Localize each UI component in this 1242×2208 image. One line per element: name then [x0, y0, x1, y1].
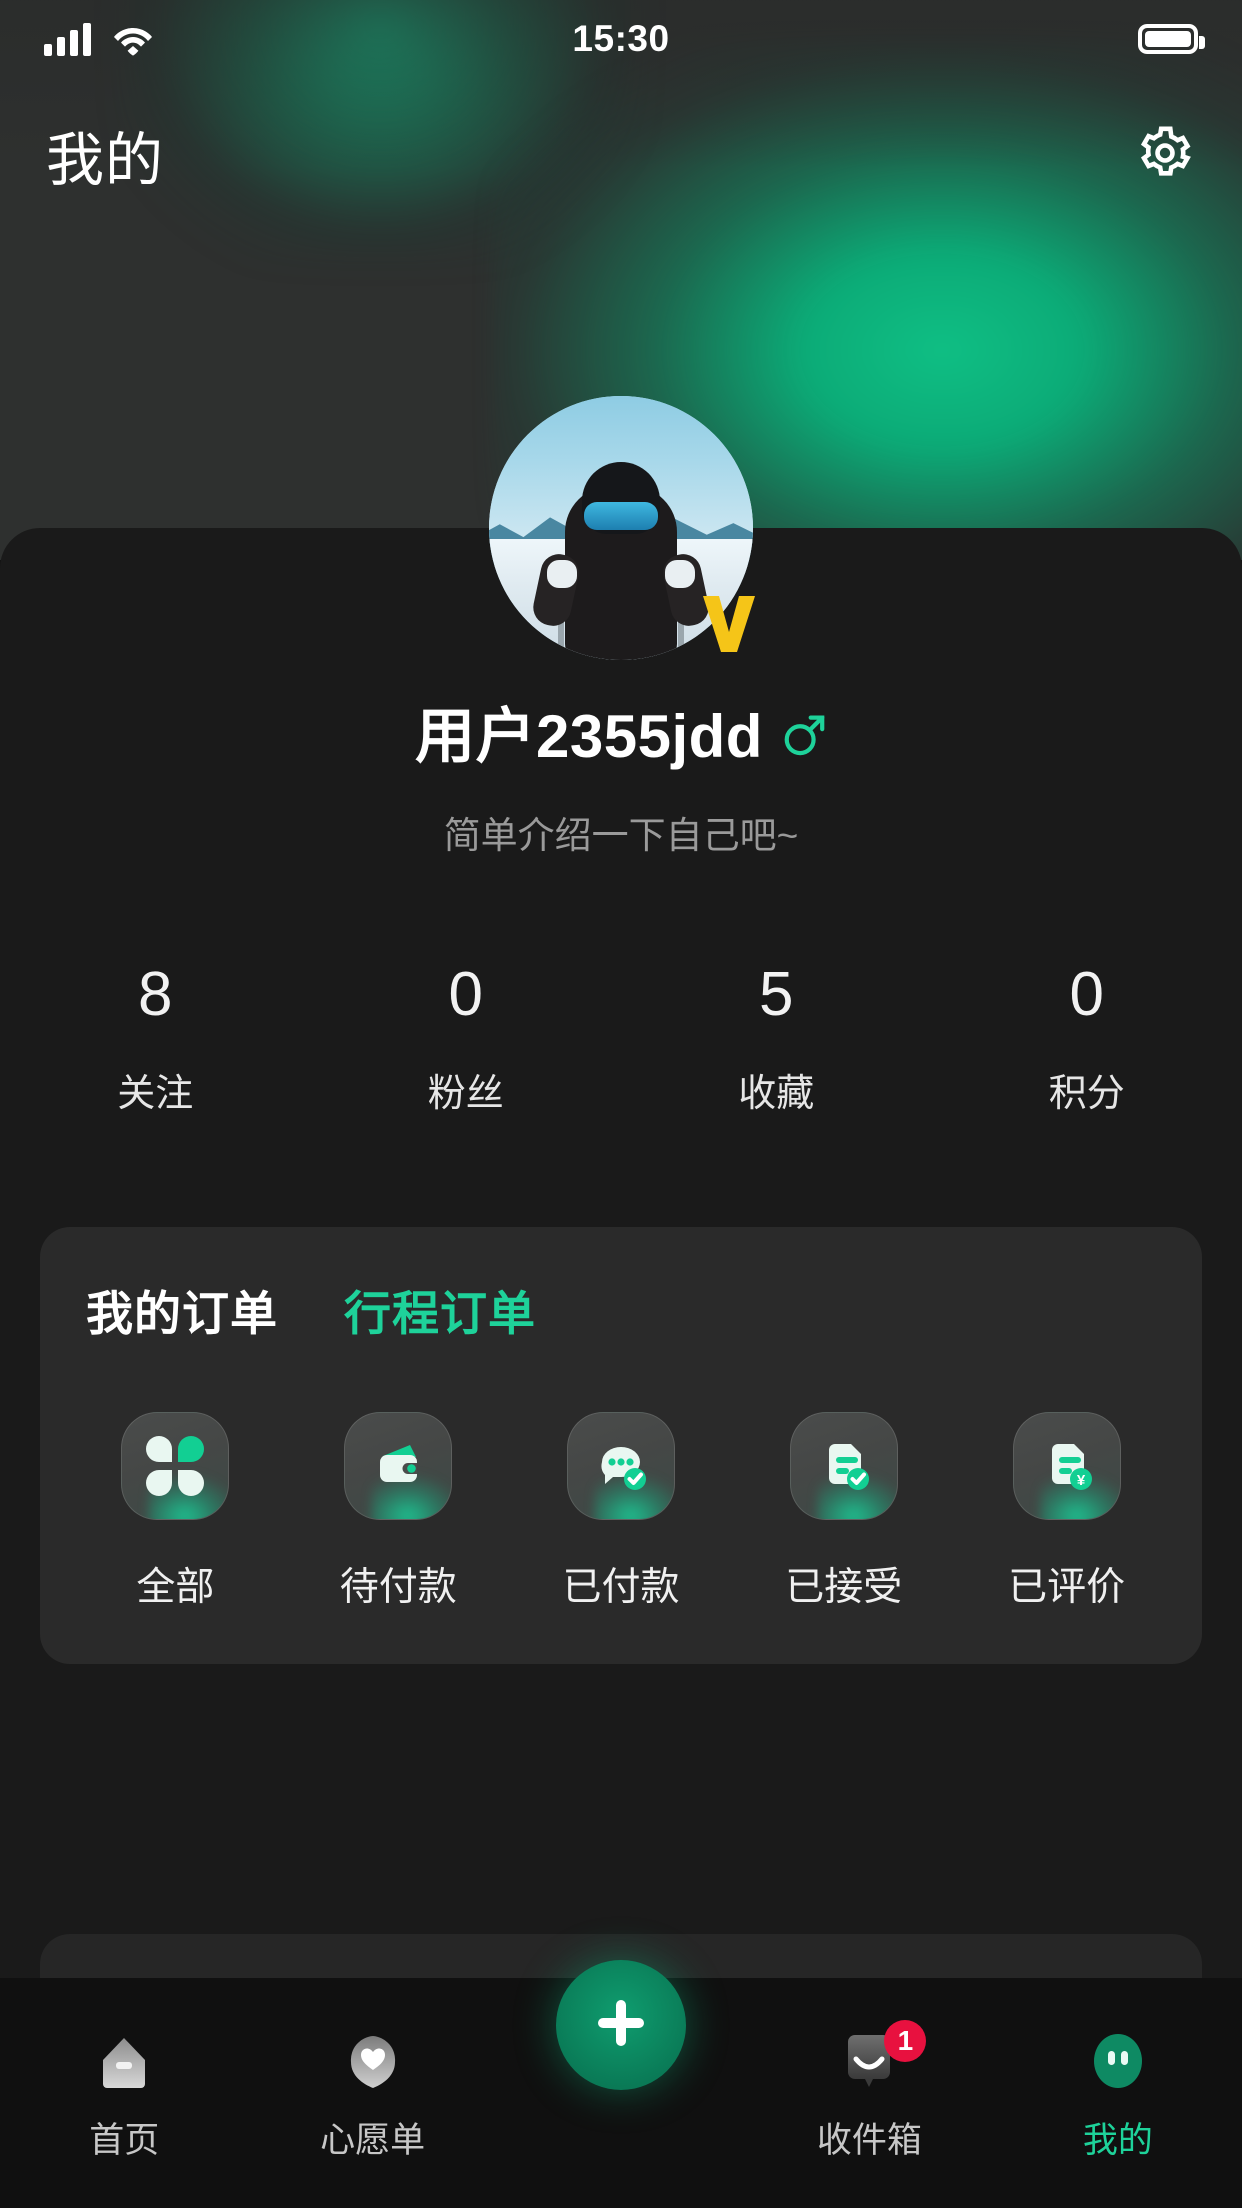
svg-text:¥: ¥ — [1076, 1472, 1085, 1489]
wallet-icon — [344, 1412, 453, 1520]
order-status-all[interactable]: 全部 — [64, 1412, 287, 1612]
tab-wishlist[interactable]: 心愿单 — [248, 2026, 496, 2163]
home-icon — [89, 2026, 159, 2096]
order-status-label: 已付款 — [562, 1566, 680, 1609]
inbox-badge: 1 — [884, 2020, 927, 2062]
order-status-label: 全部 — [136, 1566, 215, 1609]
order-status-accepted[interactable]: 已接受 — [732, 1412, 955, 1612]
chat-bubble-check-icon — [566, 1412, 675, 1520]
stat-favorites[interactable]: 5 收藏 — [621, 964, 932, 1117]
stat-value: 8 — [138, 960, 173, 1029]
plus-icon — [585, 1987, 657, 2064]
tab-my-orders[interactable]: 我的订单 — [86, 1275, 278, 1344]
tab-label: 心愿单 — [320, 2121, 426, 2160]
avatar-container[interactable] — [489, 396, 755, 660]
document-yuan-icon: ¥ — [1012, 1412, 1121, 1520]
profile-face-icon — [1083, 2026, 1153, 2096]
profile-stats: 8 关注 0 粉丝 5 收藏 0 积分 — [0, 964, 1242, 1117]
stat-following[interactable]: 8 关注 — [0, 964, 311, 1117]
order-status-label: 已评价 — [1008, 1566, 1126, 1609]
heart-icon — [338, 2026, 408, 2096]
stat-value: 0 — [1069, 960, 1104, 1029]
bio-text[interactable]: 简单介绍一下自己吧~ — [0, 805, 1242, 859]
tab-trip-orders[interactable]: 行程订单 — [344, 1275, 536, 1344]
tab-label: 首页 — [89, 2121, 160, 2160]
inbox-icon: 1 — [834, 2020, 927, 2096]
status-bar-time: 15:30 — [572, 18, 670, 59]
tab-label: 收件箱 — [816, 2121, 922, 2160]
stat-points[interactable]: 0 积分 — [932, 964, 1242, 1117]
order-status-reviewed[interactable]: ¥ 已评价 — [955, 1412, 1178, 1612]
gear-icon — [1136, 124, 1194, 187]
username-row: 用户2355jdd — [0, 688, 1242, 775]
stat-label: 粉丝 — [427, 1073, 504, 1115]
app-screen: 15:30 我的 用户2355jdd 简单介绍一下自己吧~ 8 关注 0 粉丝 … — [0, 0, 1242, 2208]
tab-inbox[interactable]: 1 收件箱 — [745, 2020, 993, 2163]
order-status-label: 已接受 — [785, 1566, 903, 1609]
page-header: 我的 — [0, 100, 1242, 210]
order-status-grid: 全部 待付款 已付款 已接受 ¥ 已评价 — [40, 1412, 1202, 1612]
tab-home[interactable]: 首页 — [0, 2026, 248, 2163]
tab-label: 我的 — [1082, 2121, 1153, 2160]
status-bar-right — [1138, 24, 1205, 54]
stat-value: 5 — [759, 960, 794, 1029]
v-verified-badge-icon — [699, 590, 759, 656]
create-post-button[interactable] — [556, 1960, 686, 2090]
settings-button[interactable] — [1134, 124, 1196, 186]
order-status-unpaid[interactable]: 待付款 — [287, 1412, 510, 1612]
page-title: 我的 — [46, 128, 165, 193]
battery-full-icon — [1138, 24, 1205, 54]
stat-label: 收藏 — [738, 1073, 815, 1115]
tab-profile[interactable]: 我的 — [994, 2026, 1242, 2163]
stat-label: 积分 — [1048, 1073, 1125, 1115]
male-gender-icon — [781, 705, 827, 759]
status-bar: 15:30 — [0, 0, 1242, 78]
four-petal-grid-icon — [121, 1412, 230, 1520]
orders-card: 我的订单 行程订单 全部 待付款 已付款 已接受 ¥ 已评价 — [40, 1227, 1202, 1664]
stat-value: 0 — [448, 960, 483, 1029]
username-text: 用户2355jdd — [415, 703, 763, 770]
order-status-label: 待付款 — [339, 1566, 457, 1609]
stat-label: 关注 — [117, 1073, 194, 1115]
order-status-paid[interactable]: 已付款 — [510, 1412, 733, 1612]
stat-followers[interactable]: 0 粉丝 — [311, 964, 622, 1117]
document-check-icon — [789, 1412, 898, 1520]
orders-card-tabs: 我的订单 行程订单 — [40, 1275, 1202, 1344]
profile-panel: 用户2355jdd 简单介绍一下自己吧~ 8 关注 0 粉丝 5 收藏 0 积分… — [0, 528, 1242, 2208]
